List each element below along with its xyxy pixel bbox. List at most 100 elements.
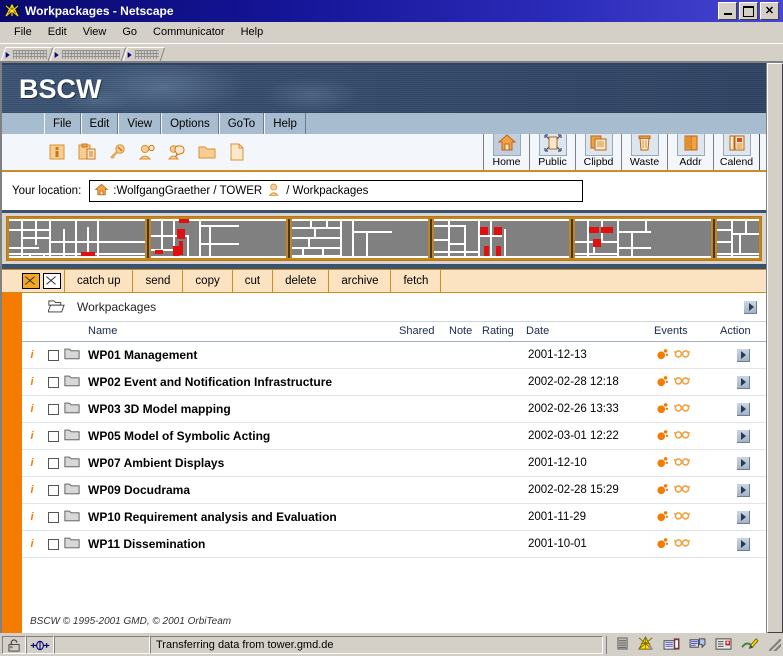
security-lock-icon[interactable] (2, 636, 26, 654)
action-cut[interactable]: cut (232, 270, 272, 292)
folder-icon[interactable] (64, 351, 80, 363)
new-folder-icon[interactable] (198, 143, 216, 161)
action-catch-up[interactable]: catch up (64, 270, 132, 292)
table-row[interactable]: i WP05 Model of Symbolic Acting 2002-03-… (22, 423, 766, 450)
menu-view[interactable]: View (75, 24, 115, 40)
item-link[interactable]: WP11 Dissemination (88, 537, 205, 551)
clipboard-paste-icon[interactable] (78, 143, 96, 161)
table-row[interactable]: i WP09 Docudrama 2002-02-28 15:29 (22, 477, 766, 504)
scrollbar-thumb[interactable] (767, 63, 783, 633)
member-icon[interactable] (267, 182, 282, 200)
read-event-icon[interactable] (674, 375, 690, 389)
info-icon[interactable]: i (22, 403, 42, 415)
search-key-icon[interactable] (108, 143, 126, 161)
composer-pencil-icon[interactable] (741, 637, 759, 654)
house-icon[interactable] (94, 182, 109, 200)
column-events[interactable]: Events (654, 322, 720, 342)
action-archive[interactable]: archive (328, 270, 390, 292)
folder-action-button[interactable] (743, 300, 758, 315)
collapsed-navigation-toolbar[interactable] (1, 47, 54, 61)
composer-icon[interactable] (689, 637, 706, 653)
read-event-icon[interactable] (674, 510, 690, 524)
info-icon[interactable]: i (22, 484, 42, 496)
row-action-button[interactable] (736, 402, 751, 417)
folder-icon[interactable] (64, 459, 80, 471)
sidebar-icon[interactable] (617, 637, 628, 653)
discussion-icon[interactable] (168, 143, 186, 161)
action-copy[interactable]: copy (182, 270, 231, 292)
treemap-visualization[interactable] (6, 216, 762, 261)
new-event-icon[interactable] (656, 401, 670, 417)
row-checkbox[interactable] (48, 404, 59, 415)
breadcrumb-part-2[interactable]: / Workpackages (286, 185, 368, 197)
menu-file[interactable]: File (6, 24, 40, 40)
item-link[interactable]: WP05 Model of Symbolic Acting (88, 429, 270, 443)
row-checkbox[interactable] (48, 485, 59, 496)
row-checkbox[interactable] (48, 377, 59, 388)
folder-icon[interactable] (64, 486, 80, 498)
item-link[interactable]: WP01 Management (88, 348, 197, 362)
table-row[interactable]: i WP03 3D Model mapping 2002-02-26 13:33 (22, 396, 766, 423)
row-checkbox[interactable] (48, 458, 59, 469)
column-name[interactable]: Name (88, 322, 399, 342)
select-none-toggle[interactable] (43, 273, 61, 289)
bscw-menu-edit[interactable]: Edit (81, 113, 119, 134)
collapsed-location-toolbar[interactable] (50, 47, 127, 61)
navigator-icon[interactable] (637, 636, 654, 654)
info-icon[interactable]: i (22, 430, 42, 442)
row-checkbox[interactable] (48, 431, 59, 442)
folder-icon[interactable] (64, 405, 80, 417)
row-action-button[interactable] (736, 510, 751, 525)
read-event-icon[interactable] (674, 402, 690, 416)
bscw-menu-options[interactable]: Options (161, 113, 219, 134)
row-checkbox[interactable] (48, 350, 59, 361)
info-icon[interactable]: i (22, 349, 42, 361)
address-icon[interactable] (715, 637, 732, 654)
row-action-button[interactable] (736, 429, 751, 444)
new-event-icon[interactable] (656, 347, 670, 363)
item-link[interactable]: WP07 Ambient Displays (88, 456, 224, 470)
read-event-icon[interactable] (674, 348, 690, 362)
row-checkbox[interactable] (48, 512, 59, 523)
select-all-toggle[interactable] (22, 273, 40, 289)
new-event-icon[interactable] (656, 536, 670, 552)
new-event-icon[interactable] (656, 374, 670, 390)
bscw-menu-help[interactable]: Help (264, 113, 306, 134)
info-icon[interactable] (48, 143, 66, 161)
column-action[interactable]: Action (720, 322, 766, 342)
read-event-icon[interactable] (674, 537, 690, 551)
column-note[interactable]: Note (449, 322, 482, 342)
table-row[interactable]: i WP01 Management 2001-12-13 (22, 342, 766, 369)
info-icon[interactable]: i (22, 538, 42, 550)
bscw-menu-goto[interactable]: GoTo (219, 113, 265, 134)
row-action-button[interactable] (736, 483, 751, 498)
table-row[interactable]: i WP07 Ambient Displays 2001-12-10 (22, 450, 766, 477)
minimize-button[interactable] (718, 2, 737, 20)
row-checkbox[interactable] (48, 539, 59, 550)
column-date[interactable]: Date (526, 322, 654, 342)
read-event-icon[interactable] (674, 456, 690, 470)
close-button[interactable]: ✕ (760, 2, 779, 20)
table-row[interactable]: i WP10 Requirement analysis and Evaluati… (22, 504, 766, 531)
column-shared[interactable]: Shared (399, 322, 449, 342)
menu-communicator[interactable]: Communicator (145, 24, 233, 40)
add-member-icon[interactable] (138, 143, 156, 161)
breadcrumb-part-1[interactable]: :WolfgangGraether / TOWER (113, 185, 262, 197)
maximize-button[interactable] (739, 2, 758, 20)
info-icon[interactable]: i (22, 376, 42, 388)
read-event-icon[interactable] (674, 429, 690, 443)
item-link[interactable]: WP02 Event and Notification Infrastructu… (88, 375, 332, 389)
info-icon[interactable]: i (22, 511, 42, 523)
folder-icon[interactable] (64, 432, 80, 444)
menu-go[interactable]: Go (114, 24, 145, 40)
network-connection-icon[interactable] (26, 636, 54, 654)
item-link[interactable]: WP10 Requirement analysis and Evaluation (88, 510, 337, 524)
new-event-icon[interactable] (656, 509, 670, 525)
folder-icon[interactable] (64, 513, 80, 525)
new-event-icon[interactable] (656, 482, 670, 498)
item-link[interactable]: WP09 Docudrama (88, 483, 190, 497)
table-row[interactable]: i WP02 Event and Notification Infrastruc… (22, 369, 766, 396)
read-event-icon[interactable] (674, 483, 690, 497)
new-document-icon[interactable] (228, 143, 246, 161)
messenger-icon[interactable] (663, 637, 680, 654)
